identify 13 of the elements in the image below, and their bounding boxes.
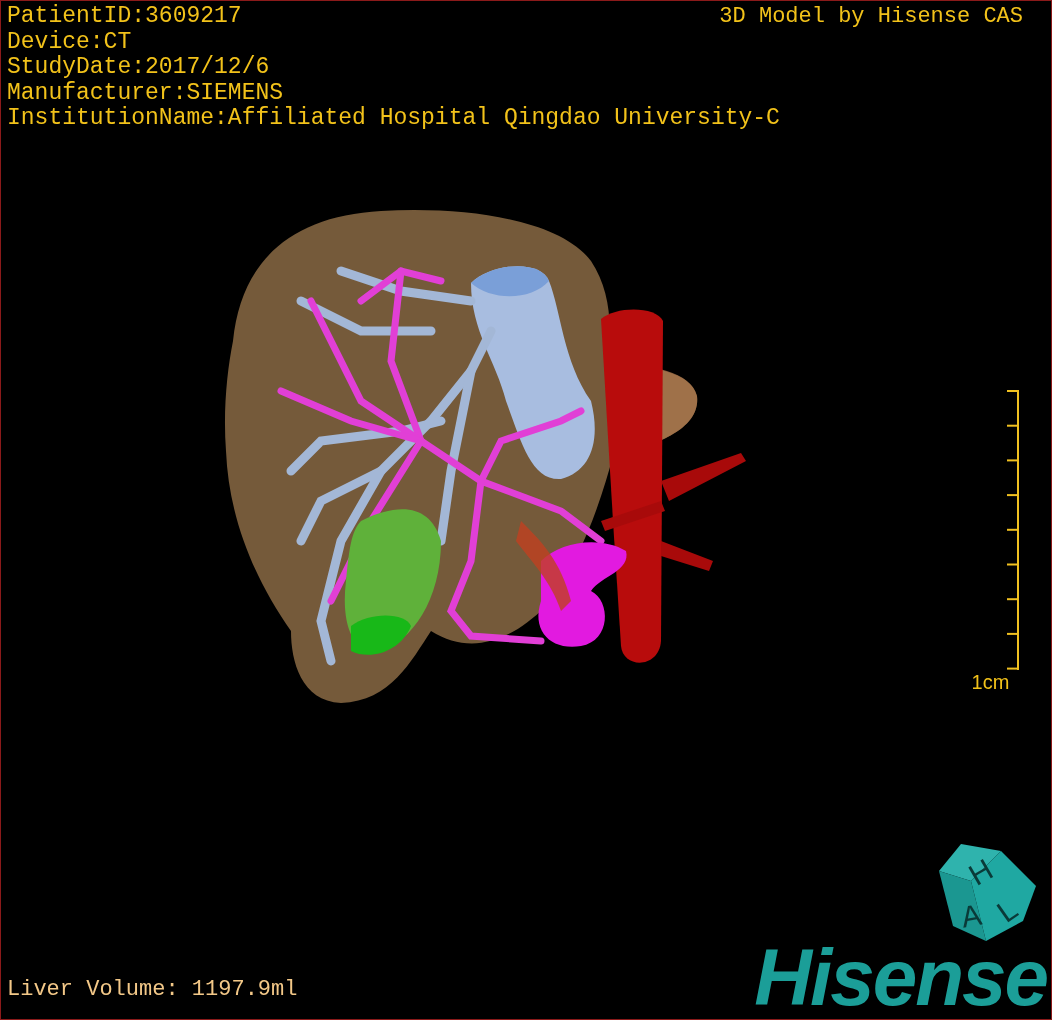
cube-letter: L	[990, 892, 1024, 929]
patient-info-line: Manufacturer:SIEMENS	[7, 80, 285, 106]
patient-info-line: StudyDate:2017/12/6	[7, 55, 271, 81]
liver-volume-text: Liver Volume: 1197.9ml	[7, 977, 298, 1003]
viewer-title: 3D Model by Hisense CAS	[719, 4, 1023, 30]
logo-wordmark: Hisense	[754, 941, 1047, 1015]
cube-icon	[939, 844, 1036, 941]
patient-info-line: InstitutionName:Affiliated Hospital Qingdao University-C	[7, 106, 781, 132]
patient-info-line: PatientID:3609217	[7, 4, 242, 30]
cube-letter: A	[958, 897, 984, 934]
cube-letter: H	[963, 852, 999, 892]
patient-info-line: Device:CT	[7, 29, 133, 55]
scale-label: 1cm	[971, 671, 1010, 693]
